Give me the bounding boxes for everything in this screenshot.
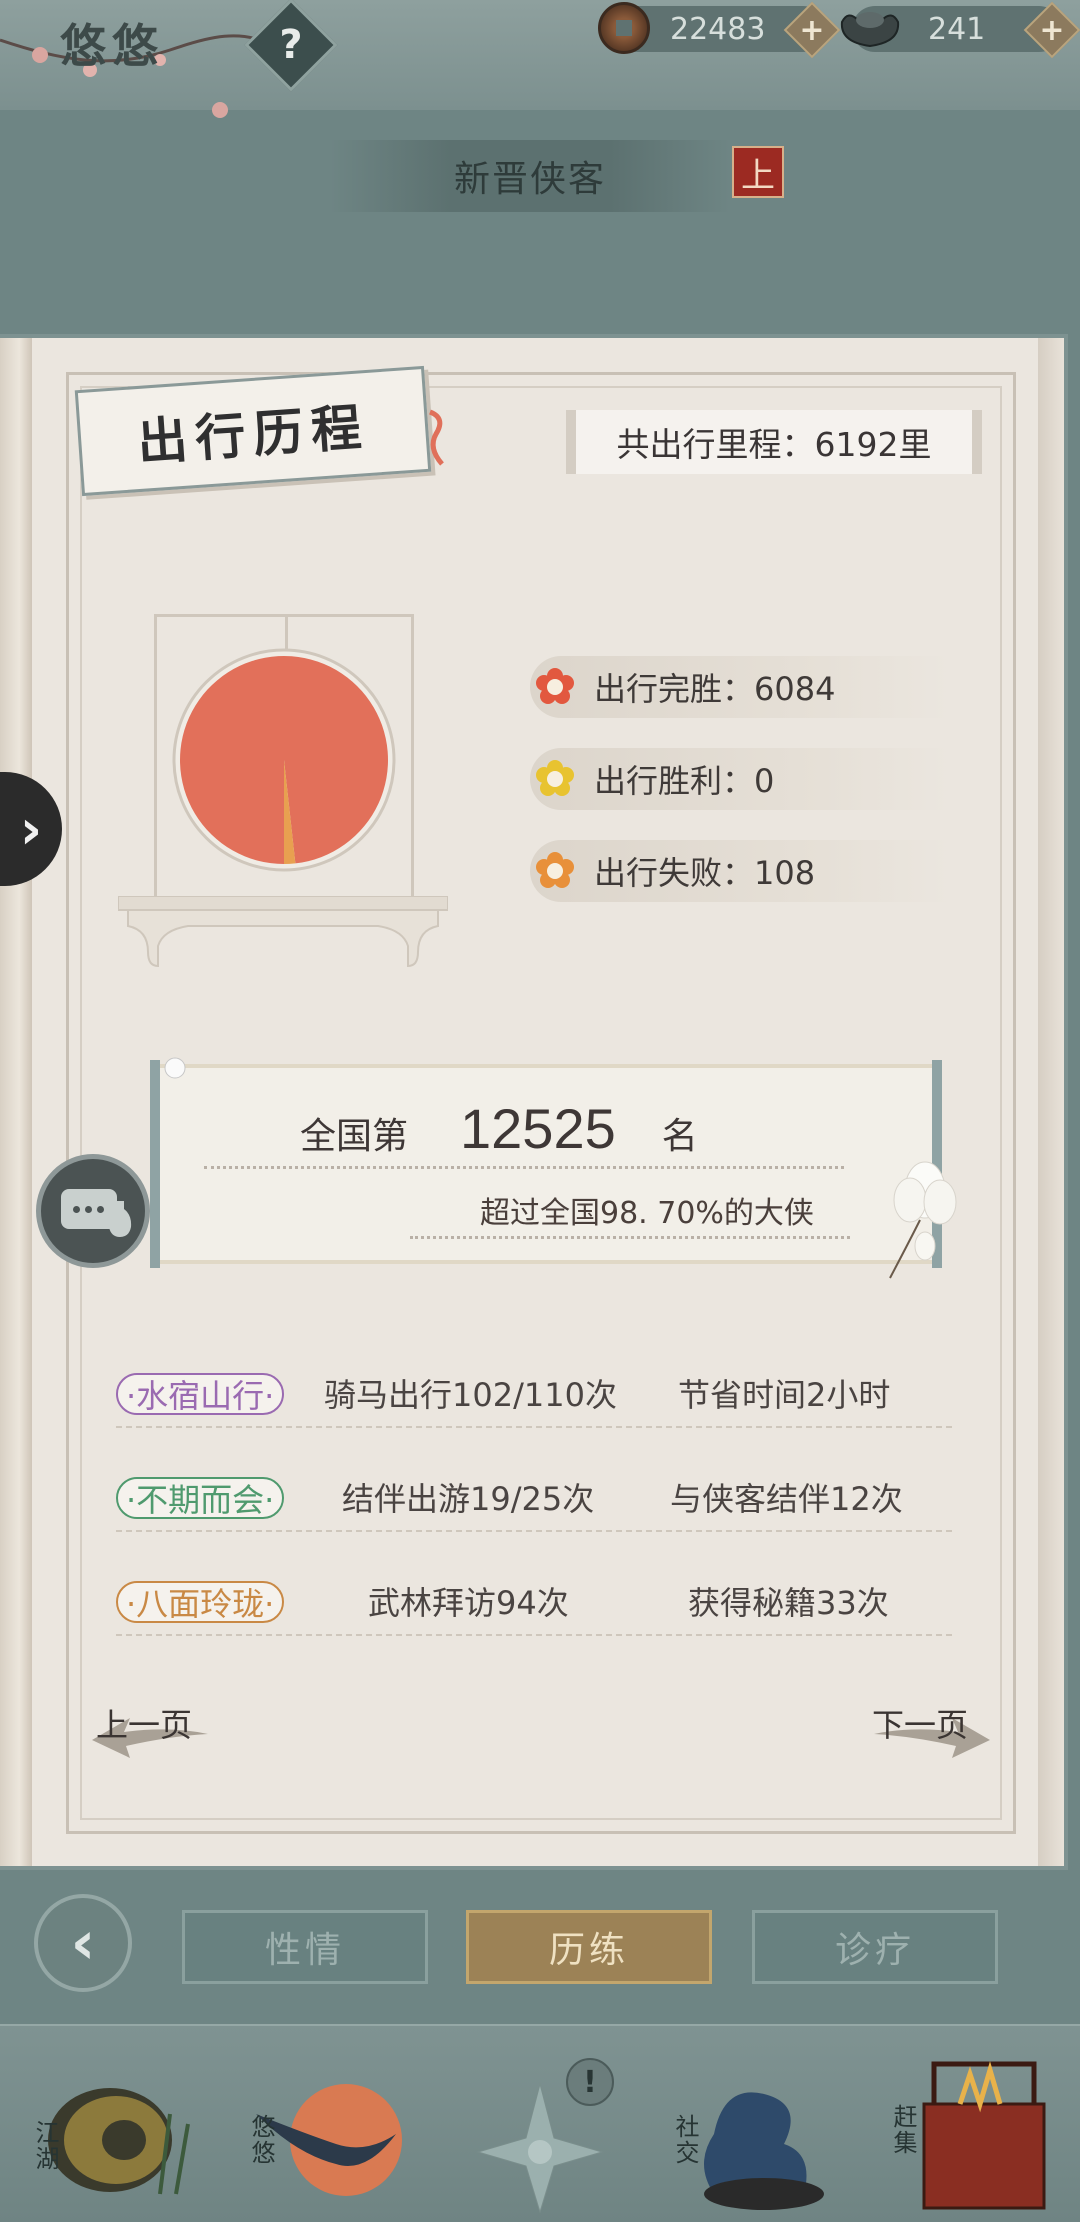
copper-amount: 22483 (670, 11, 766, 47)
book-edge (1038, 338, 1064, 1866)
activity-stat: 节省时间2小时 (678, 1376, 891, 1414)
rank-prefix: 全国第 (300, 1116, 409, 1157)
back-button[interactable]: ‹ (34, 1894, 132, 1992)
divider (204, 1166, 844, 1169)
nav-label: 社交 (671, 2114, 699, 2166)
rank-exceed-text: 超过全国98. 70%的大侠 (480, 1196, 814, 1231)
activity-tag: ·不期而会· (116, 1477, 285, 1519)
divider (116, 1426, 952, 1428)
nav-youyou[interactable]: 悠悠 (236, 2044, 406, 2214)
flower-icon (536, 668, 574, 706)
stat-fail: 出行失败：108 (530, 840, 950, 902)
activity-stat: 骑马出行102/110次 (324, 1376, 617, 1414)
up-badge[interactable]: 上 (732, 146, 784, 198)
rank-line: 全国第 12525 名 (300, 1096, 698, 1161)
activity-stat: 结伴出游19/25次 (342, 1480, 595, 1518)
tab-experience[interactable]: 历练 (466, 1910, 712, 1984)
outcome-pie-chart (172, 648, 396, 872)
stat-win: 出行胜利：0 (530, 748, 950, 810)
next-page-button[interactable]: 下一页 (872, 1700, 968, 1746)
divider (410, 1236, 850, 1239)
nav-social[interactable]: 社交 (664, 2044, 844, 2214)
plus-icon: + (1039, 12, 1065, 48)
gong-stand (118, 896, 448, 968)
nav-market[interactable]: 赶集 (880, 2044, 1070, 2214)
activity-tag: ·八面玲珑· (116, 1581, 285, 1623)
stat-label: 出行胜利：0 (594, 762, 775, 800)
activity-stat: 获得秘籍33次 (688, 1584, 889, 1622)
dot (85, 1206, 92, 1213)
book-spine (0, 338, 32, 1866)
total-distance: 共出行里程：6192里 (566, 410, 982, 474)
flower-icon (536, 760, 574, 798)
rank-number: 12525 (460, 1097, 616, 1160)
tab-temperament[interactable]: 性情 (182, 1910, 428, 1984)
flower-icon (164, 1057, 186, 1079)
nav-label: 悠悠 (247, 2114, 275, 2166)
chat-button[interactable] (36, 1154, 150, 1268)
silver-ingot-icon (840, 12, 900, 48)
dot (97, 1206, 104, 1213)
nav-label: 赶集 (889, 2104, 917, 2156)
wine-jar-icon (108, 1201, 132, 1237)
app-title: 悠悠 (60, 19, 164, 73)
activity-stat: 与侠客结伴12次 (670, 1480, 903, 1518)
rank-suffix: 名 (661, 1116, 698, 1157)
rank-title: 新晋侠客 (330, 140, 730, 212)
activity-stat: 武林拜访94次 (368, 1584, 569, 1622)
stat-complete-win: 出行完胜：6084 (530, 656, 950, 718)
silver-amount: 241 (928, 11, 986, 47)
nav-jianghu[interactable]: 江湖 (20, 2044, 200, 2214)
stat-label: 出行完胜：6084 (594, 670, 836, 708)
question-icon: ? (279, 22, 303, 68)
dot (73, 1206, 80, 1213)
top-bar: 悠悠 ? 22483 + 241 + (0, 0, 1080, 118)
stat-label: 出行失败：108 (594, 854, 816, 892)
ribbon-icon (428, 409, 444, 466)
nav-label: 江湖 (31, 2120, 59, 2172)
divider (116, 1634, 952, 1636)
flower-icon (536, 852, 574, 890)
prev-page-button[interactable]: 上一页 (96, 1700, 192, 1746)
divider (116, 1530, 952, 1532)
plus-icon: + (799, 12, 825, 48)
national-rank-card (150, 1060, 942, 1268)
coin-icon (598, 2, 650, 54)
magnolia-icon (889, 1161, 957, 1279)
tab-treatment[interactable]: 诊疗 (752, 1910, 998, 1984)
alert-badge: ! (566, 2058, 614, 2106)
pie-slice-1 (179, 656, 388, 864)
activity-tag: ·水宿山行· (116, 1373, 285, 1415)
